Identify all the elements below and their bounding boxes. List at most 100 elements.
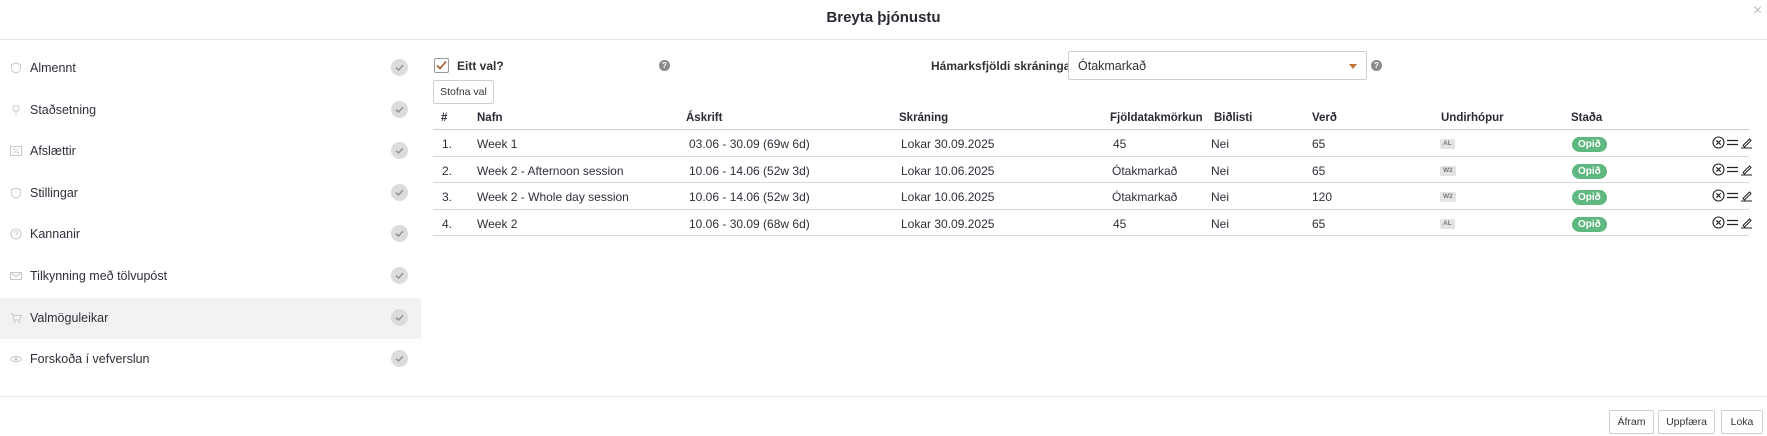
col-status: Staða	[1571, 112, 1603, 124]
check-icon	[391, 308, 408, 326]
row-waitlist: Nei	[1211, 137, 1230, 151]
sidebar: Almennt Staðsetning Afslættir Stillingar…	[0, 48, 421, 381]
col-price: Verð	[1312, 112, 1337, 124]
check-icon	[391, 350, 408, 368]
sidebar-item-stadsetning[interactable]: Staðsetning	[0, 90, 421, 132]
row-subscription: 10.06 - 14.06 (52w 3d)	[689, 190, 810, 204]
row-num: 4.	[442, 216, 453, 231]
row-price: 120	[1312, 190, 1333, 204]
sidebar-item-kannanir[interactable]: Kannanir	[0, 214, 421, 256]
delete-icon[interactable]	[1712, 162, 1725, 176]
row-registration: Lokar 30.09.2025	[901, 137, 995, 151]
status-badge: Opið	[1572, 163, 1607, 179]
row-num: 1.	[442, 137, 453, 151]
sidebar-item-label: Staðsetning	[30, 102, 97, 117]
status-badge: Opið	[1572, 216, 1607, 232]
delete-icon[interactable]	[1712, 136, 1725, 149]
sidebar-item-label: Afslættir	[30, 144, 76, 159]
sidebar-item-label: Valmöguleikar	[30, 310, 109, 325]
status-badge: Opið	[1572, 137, 1607, 152]
col-waitlist: Biðlisti	[1214, 112, 1253, 124]
eitt-val-checkbox[interactable]	[434, 58, 449, 73]
max-registrations-select[interactable]: Ótakmarkað	[1068, 51, 1367, 80]
edit-icon[interactable]	[1740, 163, 1753, 176]
row-actions	[1712, 162, 1753, 177]
checkmark-icon	[436, 60, 447, 70]
table-row[interactable]: 4. Week 2 10.06 - 30.09 (68w 6d) Lokar 3…	[433, 210, 1753, 236]
max-registrations-label: Hámarksfjöldi skráninga	[931, 59, 1071, 73]
sidebar-item-label: Almennt	[30, 61, 76, 75]
footer-divider	[0, 396, 1767, 397]
shield-icon	[10, 187, 22, 199]
help-icon[interactable]: ?	[659, 60, 670, 71]
row-waitlist: Nei	[1211, 216, 1230, 231]
sidebar-item-tilkynning[interactable]: Tilkynning með tölvupóst	[0, 256, 421, 298]
row-limit: 45	[1113, 137, 1127, 151]
subgroup-tag: W2	[1440, 165, 1456, 176]
sidebar-item-label: Forskoða í vefverslun	[30, 352, 150, 367]
col-subgroup: Undirhópur	[1441, 112, 1504, 124]
subgroup-tag: W2	[1440, 192, 1456, 202]
sidebar-item-valmoguleikar[interactable]: Valmöguleikar	[0, 297, 421, 340]
update-button[interactable]: Uppfæra	[1658, 410, 1715, 434]
edit-icon[interactable]	[1740, 189, 1753, 202]
row-waitlist: Nei	[1211, 190, 1230, 204]
table-row[interactable]: 3. Week 2 - Whole day session 10.06 - 14…	[433, 183, 1752, 210]
create-option-button[interactable]: Stofna val	[433, 80, 494, 104]
table-row[interactable]: 2. Week 2 - Afternoon session 10.06 - 14…	[433, 157, 1753, 183]
percent-icon	[10, 145, 22, 157]
row-subscription: 03.06 - 30.09 (69w 6d)	[689, 137, 810, 151]
close-icon[interactable]: ×	[1753, 3, 1767, 19]
edit-icon[interactable]	[1740, 216, 1753, 229]
row-limit: 45	[1113, 216, 1127, 231]
dialog-title: Breyta þjónustu	[826, 9, 941, 26]
row-num: 3.	[442, 190, 453, 204]
sidebar-item-almennt[interactable]: Almennt	[0, 48, 421, 90]
row-registration: Lokar 10.06.2025	[901, 163, 995, 178]
row-registration: Lokar 30.09.2025	[901, 216, 995, 231]
sidebar-item-label: Tilkynning með tölvupóst	[30, 268, 168, 283]
sidebar-item-afslaettir[interactable]: Afslættir	[0, 131, 421, 173]
col-registration: Skráning	[899, 112, 949, 124]
row-name: Week 1	[477, 137, 518, 151]
envelope-icon	[10, 270, 22, 282]
drag-handle-icon[interactable]	[1726, 189, 1739, 202]
row-actions	[1712, 189, 1752, 203]
row-price: 65	[1312, 137, 1326, 151]
delete-icon[interactable]	[1712, 189, 1725, 202]
edit-icon[interactable]	[1740, 136, 1753, 149]
row-price: 65	[1312, 163, 1326, 178]
drag-handle-icon[interactable]	[1726, 216, 1739, 229]
eye-icon	[10, 353, 22, 365]
col-num: #	[441, 112, 448, 124]
map-pin-icon	[10, 104, 22, 116]
sidebar-item-label: Stillingar	[30, 185, 78, 200]
row-actions	[1712, 215, 1753, 230]
next-button[interactable]: Áfram	[1609, 410, 1654, 434]
table-row[interactable]: 1. Week 1 03.06 - 30.09 (69w 6d) Lokar 3…	[433, 130, 1752, 157]
row-num: 2.	[442, 163, 453, 178]
close-button[interactable]: Loka	[1721, 410, 1763, 434]
check-icon	[391, 183, 408, 201]
check-icon	[391, 266, 408, 284]
table-header: # Nafn Áskrift Skráning Fjöldatakmörkun …	[433, 108, 1749, 130]
col-limit: Fjöldatakmörkun	[1110, 112, 1203, 124]
sidebar-item-label: Kannanir	[30, 227, 81, 242]
sidebar-item-forskoda[interactable]: Forskoða í vefverslun	[0, 339, 421, 381]
sidebar-item-stillingar[interactable]: Stillingar	[0, 173, 421, 215]
row-subscription: 10.06 - 30.09 (68w 6d)	[689, 216, 810, 231]
row-limit: Ótakmarkað	[1112, 190, 1178, 204]
row-name: Week 2 - Whole day session	[477, 190, 629, 204]
help-icon[interactable]: ?	[1371, 60, 1382, 71]
col-subscription: Áskrift	[686, 112, 723, 124]
row-actions	[1712, 136, 1752, 150]
delete-icon[interactable]	[1712, 215, 1725, 229]
subgroup-tag: AL	[1440, 139, 1455, 149]
row-registration: Lokar 10.06.2025	[901, 190, 995, 204]
drag-handle-icon[interactable]	[1726, 163, 1739, 176]
select-value: Ótakmarkað	[1078, 59, 1147, 73]
check-icon	[391, 59, 408, 76]
drag-handle-icon[interactable]	[1726, 136, 1739, 149]
question-icon	[10, 228, 22, 240]
check-icon	[391, 142, 408, 160]
